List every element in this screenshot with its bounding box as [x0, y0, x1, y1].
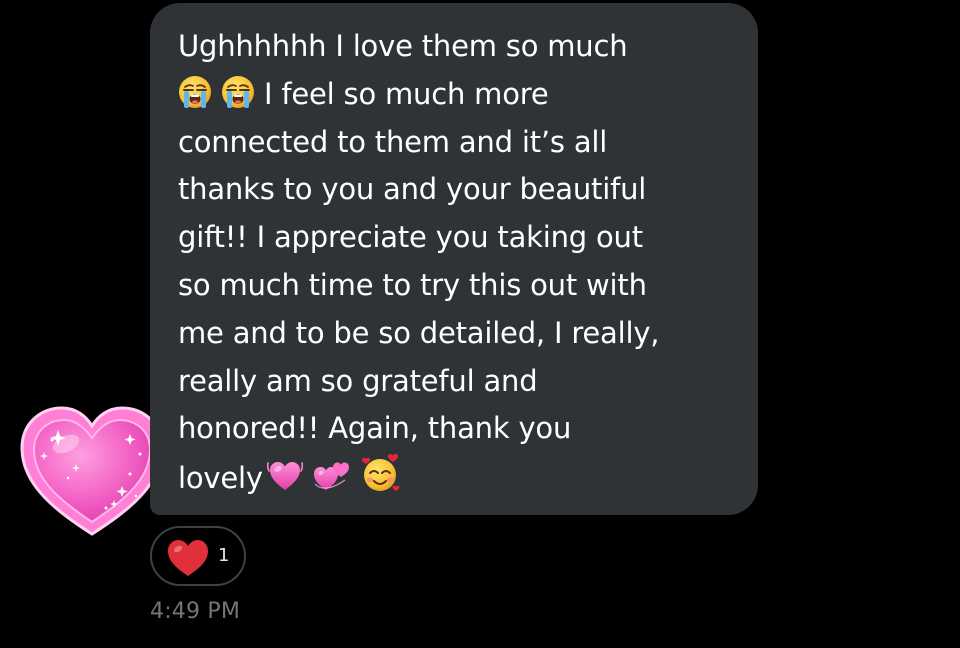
message-line-3: connected to them and it’s all — [178, 124, 608, 159]
message-line-8: really am so grateful and — [178, 363, 538, 398]
message-line-7: me and to be so detailed, I really, — [178, 315, 660, 350]
message-line-2: I feel so much more — [264, 76, 549, 111]
beating-heart-icon — [266, 459, 303, 493]
revolving-hearts-icon — [312, 459, 352, 493]
message-line-9: honored!! Again, thank you — [178, 411, 572, 446]
smiling-face-with-hearts-icon — [361, 453, 401, 493]
sparkling-pink-heart-sticker-icon — [18, 404, 166, 540]
message-line-6: so much time to try this out with — [178, 267, 647, 302]
loudly-crying-face-icon — [178, 75, 212, 109]
message-text: Ughhhhhh I love them so much I feel so m… — [178, 23, 748, 503]
message-line-4: thanks to you and your beautiful — [178, 172, 647, 207]
message-timestamp: 4:49 PM — [150, 599, 241, 624]
message-line-5: gift!! I appreciate you taking out — [178, 220, 643, 255]
loudly-crying-face-icon — [221, 75, 255, 109]
message-line-10: lovely — [178, 461, 263, 496]
reaction-pill[interactable]: 1 — [150, 526, 246, 586]
message-line-1: Ughhhhhh I love them so much — [178, 29, 628, 63]
red-heart-icon — [166, 538, 210, 578]
reaction-count: 1 — [218, 545, 230, 566]
